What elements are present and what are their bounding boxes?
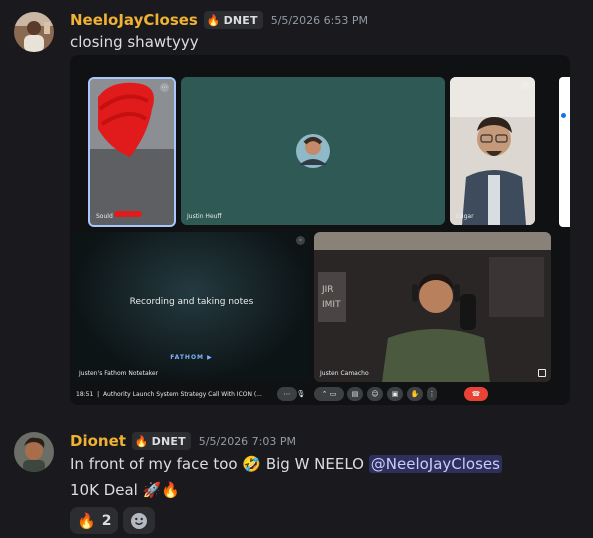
video-tile-justin-heuff: Justin Heuff: [181, 77, 445, 225]
participant-name: Sould: [96, 213, 113, 220]
participant-video: JIR IMIT: [314, 232, 551, 382]
add-reaction-icon: [131, 512, 148, 529]
message-text: In front of my face too 🤣 Big W NEELO @N…: [70, 455, 502, 473]
participant-name: Justen Camacho: [320, 370, 369, 377]
svg-text:IMIT: IMIT: [322, 300, 341, 310]
timestamp: 5/5/2026 6:53 PM: [270, 13, 368, 27]
avatar[interactable]: [14, 12, 54, 52]
reaction-fire[interactable]: 🔥 2: [70, 507, 119, 534]
notetaker-status: Recording and taking notes: [129, 297, 254, 307]
expand-icon[interactable]: [538, 369, 546, 377]
message-text: closing shawtyyy: [70, 33, 199, 51]
meeting-time: 18:51 | Authority Launch System Strategy…: [76, 391, 262, 398]
add-reaction-button[interactable]: [123, 507, 156, 534]
mic-off-icon: ◦: [521, 81, 530, 90]
tag-label: DNET: [223, 13, 258, 27]
timestamp: 5/5/2026 7:03 PM: [198, 434, 297, 448]
rofl-emoji-icon: 🤣: [242, 455, 262, 473]
svg-text:JIR: JIR: [321, 285, 334, 295]
participant-name: Justen's Fathom Notetaker: [79, 370, 159, 377]
server-tag[interactable]: 🔥 DNET: [203, 11, 263, 29]
message-text-part: 10K Deal: [70, 481, 138, 499]
participant-name: Edgar: [456, 213, 474, 220]
message-text-line2: 10K Deal 🚀🔥: [70, 481, 180, 499]
flame-icon: 🔥: [206, 13, 221, 27]
emoji-icon[interactable]: ☺: [367, 387, 383, 401]
video-tile-self: Sould ⋯: [88, 77, 176, 227]
fire-emoji-icon: 🔥: [77, 511, 96, 530]
side-panel: [559, 77, 570, 227]
message-text-part: Big W NEELO: [261, 455, 369, 473]
fathom-logo: FATHOM ▶: [170, 354, 213, 361]
video-tile-justen-camacho: JIR IMIT Justen Camacho: [314, 232, 551, 382]
captions-icon[interactable]: ▤: [347, 387, 363, 401]
raise-hand-icon[interactable]: ✋: [407, 387, 423, 401]
tag-label: DNET: [151, 434, 186, 448]
rocket-fire-emoji-icon: 🚀🔥: [142, 481, 180, 499]
flame-icon: 🔥: [134, 434, 149, 448]
username[interactable]: NeeloJayCloses: [70, 11, 198, 29]
panel-indicator-icon: [561, 113, 566, 118]
image-attachment[interactable]: Sould ⋯ Justin Heuff Edgar ◦ Recording a…: [70, 55, 570, 405]
more-options-icon[interactable]: ⋯: [160, 83, 169, 92]
message-text-part: In front of my face too: [70, 455, 238, 473]
more-options-icon[interactable]: ⋮: [427, 387, 437, 401]
participant-video: [450, 77, 535, 225]
reaction-count: 2: [101, 512, 112, 529]
participant-name: Justin Heuff: [187, 213, 222, 220]
reactions-bar: 🔥 2: [70, 507, 156, 534]
present-icon[interactable]: ▣: [387, 387, 403, 401]
avatar[interactable]: [14, 432, 54, 472]
end-call-button[interactable]: ☎: [464, 387, 488, 401]
avatar-circle: [181, 77, 445, 225]
server-tag[interactable]: 🔥 DNET: [131, 432, 191, 450]
meeting-control-bar: 18:51 | Authority Launch System Strategy…: [70, 383, 570, 405]
video-tile-notetaker: Recording and taking notes FATHOM ▶ Just…: [73, 232, 310, 382]
video-tile-edgar: Edgar ◦: [450, 77, 535, 225]
camera-chevron-icon[interactable]: ⌃ ▭: [314, 387, 344, 401]
message-header: Dionet 🔥 DNET 5/5/2026 7:03 PM: [70, 431, 296, 451]
mic-off-icon: ◦: [296, 236, 305, 245]
message-header: NeeloJayCloses 🔥 DNET 5/5/2026 6:53 PM: [70, 10, 368, 30]
redacted-face-image: [90, 79, 174, 225]
username[interactable]: Dionet: [70, 432, 126, 450]
mic-icon[interactable]: 🎙: [291, 387, 311, 401]
user-mention[interactable]: @NeeloJayCloses: [368, 455, 502, 473]
